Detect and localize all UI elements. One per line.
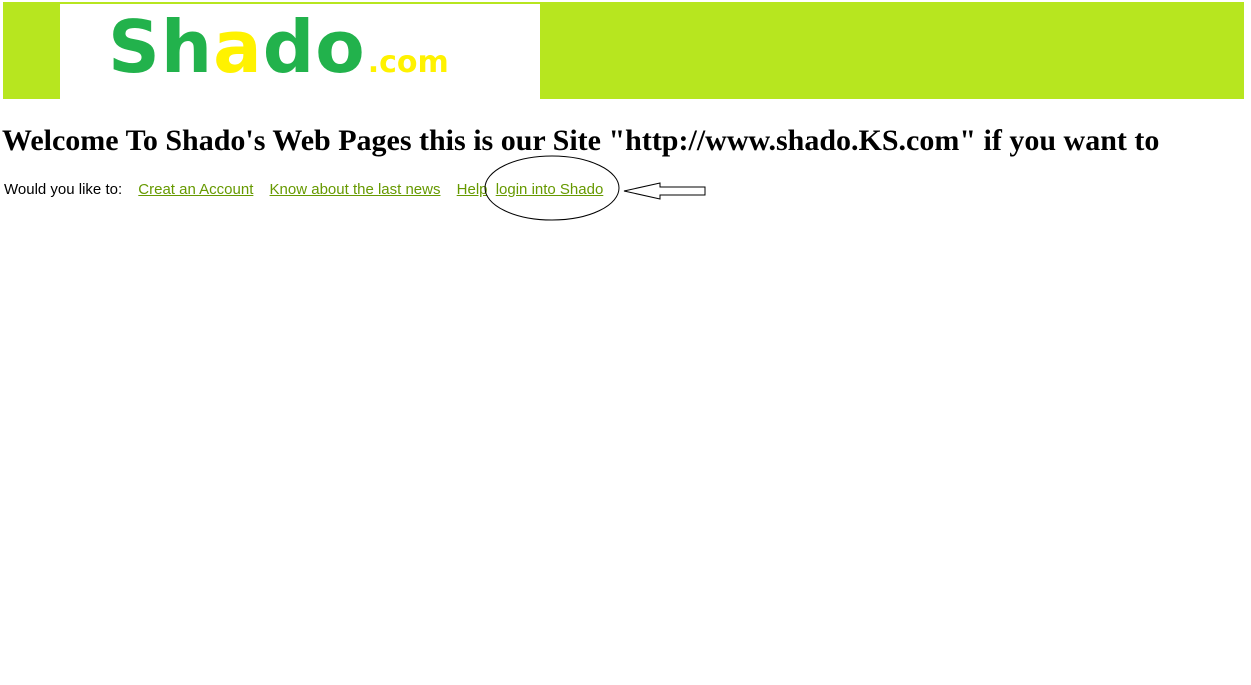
- nav-links: Would you like to: Creat an Account Know…: [4, 181, 615, 199]
- nav-prompt: Would you like to:: [4, 181, 123, 198]
- logo-box: Shado.com: [60, 4, 540, 100]
- logo-suffix: .com: [367, 45, 449, 80]
- site-logo[interactable]: Shado.com: [108, 4, 449, 106]
- page: Shado.com Welcome To Shado's Web Pages t…: [0, 0, 1251, 685]
- help-link[interactable]: Help: [457, 181, 488, 198]
- login-link[interactable]: login into Shado: [496, 181, 604, 198]
- logo-part-do: do: [262, 5, 366, 89]
- arrow-icon: [623, 182, 706, 200]
- create-account-link[interactable]: Creat an Account: [138, 181, 253, 198]
- logo-part-sh: Sh: [108, 5, 214, 89]
- logo-part-ado-a: a: [213, 5, 263, 89]
- last-news-link[interactable]: Know about the last news: [270, 181, 441, 198]
- banner-gap: [3, 0, 37, 2]
- welcome-heading: Welcome To Shado's Web Pages this is our…: [2, 124, 1160, 157]
